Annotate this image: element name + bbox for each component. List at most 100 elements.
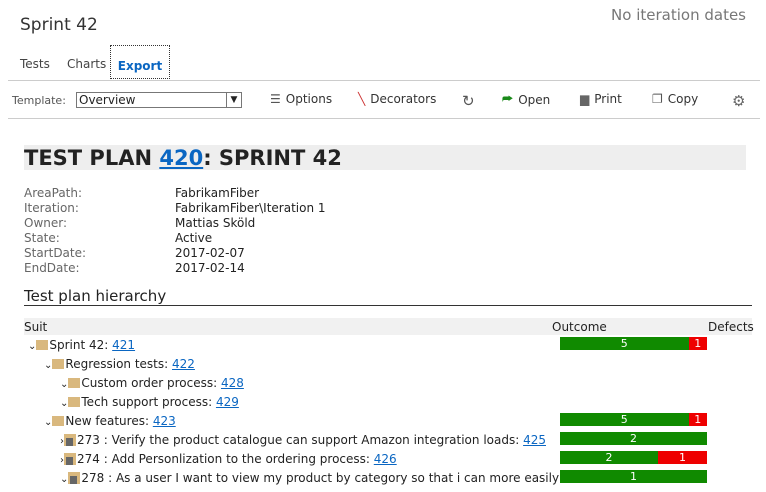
open-button[interactable]: ⮫ Open [502, 92, 550, 107]
property-value: Mattias Sköld [175, 216, 256, 230]
property-value: 2017-02-07 [175, 246, 245, 260]
print-button[interactable]: ▆ Print [580, 92, 622, 106]
page-title: Sprint 42 [20, 15, 98, 35]
chevron-down-icon[interactable]: ⌄ [60, 379, 68, 390]
passed-segment: 2 [560, 432, 707, 445]
passed-segment: 1 [560, 470, 707, 483]
property-key: EndDate: [24, 261, 80, 275]
suite-label: Sprint 42: [49, 338, 113, 352]
outcome-bar: 2 [560, 432, 707, 445]
divider [8, 118, 760, 119]
chevron-down-icon[interactable]: ⌄ [44, 360, 52, 371]
folder-icon [52, 416, 65, 426]
hierarchy-heading: Test plan hierarchy [24, 287, 167, 305]
outcome-bar: 51 [560, 337, 707, 350]
refresh-button[interactable]: ↻ [462, 92, 475, 110]
print-label: Print [594, 92, 622, 106]
suite-label: Custom order process: [81, 376, 221, 390]
plan-title-suffix: : SPRINT 42 [203, 146, 342, 170]
table-row: ⌄ New features: 423 [24, 412, 176, 430]
suite-link[interactable]: 426 [374, 452, 397, 466]
folder-icon [36, 340, 49, 350]
column-defects: Defects [708, 320, 754, 334]
requirement-suite-icon [64, 434, 76, 446]
property-key: StartDate: [24, 246, 87, 260]
outcome-bar: 51 [560, 413, 707, 426]
tab-export[interactable]: Export [110, 45, 170, 79]
list-icon: ☰ [270, 92, 281, 106]
table-row: ⌄ Custom order process: 428 [24, 374, 244, 392]
failed-segment: 1 [688, 413, 707, 426]
suite-label: New features: [65, 414, 153, 428]
template-value: Overview [79, 93, 136, 107]
suite-link[interactable]: 429 [216, 395, 239, 409]
options-button[interactable]: ☰ Options [270, 92, 332, 106]
template-label: Template: [12, 94, 66, 107]
copy-icon: ❐ [652, 92, 663, 106]
open-label: Open [518, 92, 551, 107]
failed-segment: 1 [688, 337, 707, 350]
suite-label: Tech support process: [81, 395, 216, 409]
passed-segment: 5 [560, 337, 689, 350]
tab-charts[interactable]: Charts [67, 57, 106, 71]
folder-icon [68, 397, 81, 407]
copy-label: Copy [667, 92, 699, 106]
property-value: Active [175, 231, 213, 245]
suite-link[interactable]: 428 [221, 376, 244, 390]
suite-label: 273 : Verify the product catalogue can s… [77, 433, 524, 447]
table-row: › 274 : Add Personlization to the orderin… [24, 450, 397, 468]
property-key: AreaPath: [24, 186, 83, 200]
suite-label: 274 : Add Personlization to the ordering… [77, 452, 374, 466]
suite-link[interactable]: 425 [523, 433, 546, 447]
table-row: ⌄ Tech support process: 429 [24, 393, 239, 411]
brush-icon: ╲ [358, 92, 366, 106]
table-header: Suit Outcome Defects [24, 318, 754, 335]
decorators-button[interactable]: ╲ Decorators [358, 92, 436, 106]
plan-title: TEST PLAN 420: SPRINT 42 [24, 145, 746, 170]
requirement-suite-icon [68, 472, 81, 484]
suite-link[interactable]: 422 [172, 357, 195, 371]
plan-title-prefix: TEST PLAN [24, 146, 160, 170]
requirement-suite-icon [64, 453, 76, 465]
options-label: Options [285, 92, 333, 106]
outcome-bar: 21 [560, 451, 707, 464]
folder-icon [68, 378, 81, 388]
chevron-down-icon[interactable]: ⌄ [28, 341, 36, 352]
outcome-bar: 1 [560, 470, 707, 483]
table-row: ⌄ Sprint 42: 421 [24, 336, 135, 354]
table-row: ⌄ Regression tests: 422 [24, 355, 195, 373]
column-suit: Suit [24, 320, 48, 334]
chevron-down-icon: ▼ [226, 93, 241, 107]
property-value: FabrikamFiber [175, 186, 260, 200]
chevron-down-icon[interactable]: ⌄ [60, 474, 68, 485]
settings-button[interactable]: ⚙ [732, 92, 745, 110]
passed-segment: 2 [560, 451, 658, 464]
property-key: Iteration: [24, 201, 79, 215]
suite-label: Regression tests: [65, 357, 172, 371]
suite-link[interactable]: 421 [112, 338, 135, 352]
tab-tests[interactable]: Tests [20, 57, 50, 71]
copy-button[interactable]: ❐ Copy [652, 92, 698, 106]
refresh-icon: ↻ [462, 92, 475, 110]
iteration-dates: No iteration dates [611, 6, 746, 24]
table-row: › 273 : Verify the product catalogue can … [24, 431, 546, 449]
gear-icon: ⚙ [732, 92, 746, 110]
divider [8, 80, 760, 81]
plan-link[interactable]: 420 [159, 146, 203, 170]
divider [24, 305, 752, 306]
chevron-down-icon[interactable]: ⌄ [60, 398, 68, 409]
folder-icon [52, 359, 65, 369]
passed-segment: 5 [560, 413, 689, 426]
suite-link[interactable]: 423 [153, 414, 176, 428]
property-key: Owner: [24, 216, 68, 230]
property-key: State: [24, 231, 60, 245]
property-value: 2017-02-14 [175, 261, 245, 275]
chevron-down-icon[interactable]: ⌄ [44, 417, 52, 428]
column-outcome: Outcome [552, 320, 607, 334]
decorators-label: Decorators [370, 92, 437, 106]
template-select[interactable]: Overview ▼ [76, 92, 242, 108]
failed-segment: 1 [658, 451, 707, 464]
suite-label: 278 : As a user I want to view my produc… [81, 471, 560, 485]
table-row: ⌄ 278 : As a user I want to view my produ… [24, 469, 559, 487]
open-icon: ⮫ [502, 92, 514, 106]
